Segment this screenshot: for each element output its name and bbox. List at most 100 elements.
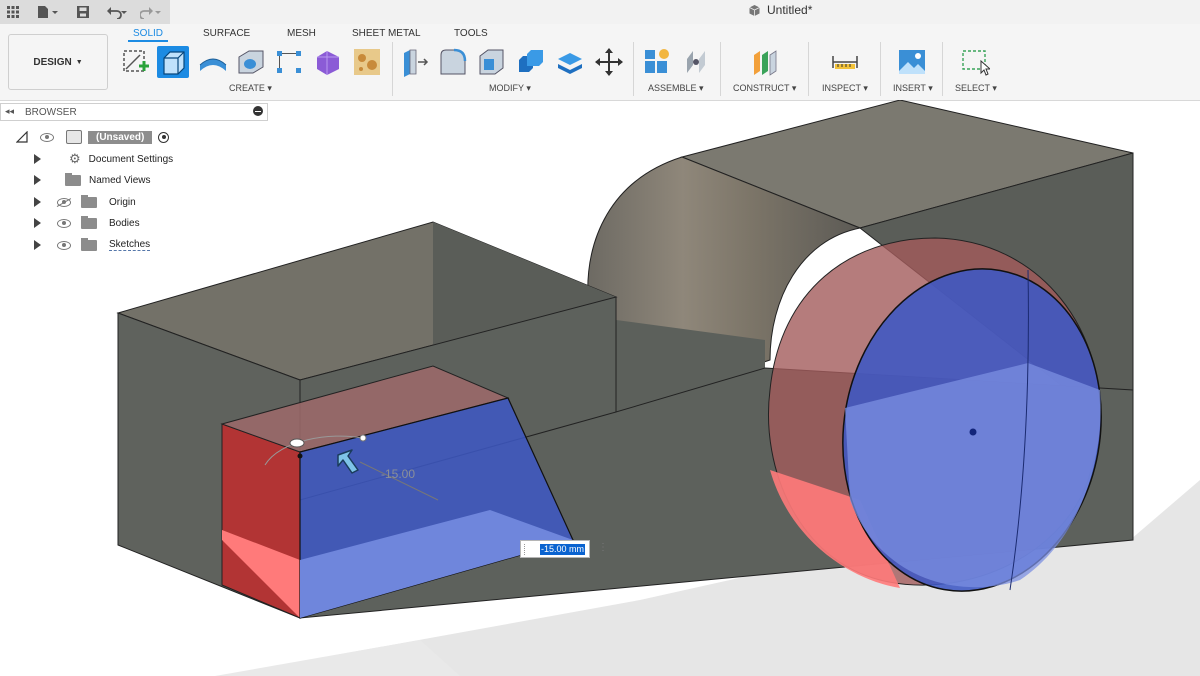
dimension-handle[interactable]: [289, 438, 305, 448]
measure-icon[interactable]: [830, 47, 860, 77]
visibility-eye-icon[interactable]: [57, 218, 71, 228]
browser-panel-header: ◂◂ BROWSER: [0, 103, 268, 121]
visibility-hidden-eye-icon[interactable]: [56, 197, 72, 207]
inspect-menu[interactable]: INSPECT ▾: [822, 83, 868, 94]
dimension-input[interactable]: -15.00 mm: [520, 540, 590, 558]
quick-access-toolbar: [0, 0, 170, 24]
new-sketch-icon[interactable]: [120, 47, 150, 77]
select-menu[interactable]: SELECT ▾: [955, 83, 997, 94]
chevron-down-icon: ▼: [75, 58, 83, 66]
file-icon[interactable]: [34, 2, 62, 22]
activate-radio-icon[interactable]: [158, 131, 170, 143]
ribbon-separator: [942, 42, 943, 96]
construct-menu-label: CONSTRUCT: [733, 83, 790, 93]
drag-grip: [524, 544, 526, 555]
collapse-panel-icon[interactable]: ◂◂: [5, 106, 14, 117]
grid-icon[interactable]: [4, 2, 22, 22]
browser-item-label: Document Settings: [88, 153, 174, 165]
construct-menu[interactable]: CONSTRUCT ▾: [733, 83, 796, 94]
insert-menu[interactable]: INSERT ▾: [893, 83, 933, 94]
fillet-icon[interactable]: [438, 47, 468, 77]
browser-item-label: Named Views: [89, 174, 151, 186]
dimension-end-point[interactable]: [359, 434, 367, 442]
decal-icon[interactable]: [352, 47, 382, 77]
dimension-ghost-label: -15.00: [381, 467, 415, 481]
browser-root-label[interactable]: (Unsaved): [88, 130, 153, 144]
shell-icon[interactable]: [476, 47, 506, 77]
ribbon-separator: [720, 42, 721, 96]
folder-icon: [65, 172, 81, 186]
minimize-panel-icon[interactable]: [253, 106, 263, 116]
document-icon: [66, 130, 82, 144]
browser-item-origin[interactable]: Origin: [34, 193, 136, 211]
hole-icon[interactable]: [236, 47, 266, 77]
joint-icon[interactable]: [681, 47, 711, 77]
expand-triangle-icon[interactable]: [34, 218, 41, 228]
revolve-icon[interactable]: [198, 47, 228, 77]
document-cube-icon: [749, 4, 760, 16]
browser-item-named-views[interactable]: Named Views: [34, 171, 151, 189]
canvas-viewport[interactable]: -15.00: [0, 100, 1200, 676]
form-icon[interactable]: [313, 47, 343, 77]
browser-item-label: Bodies: [109, 217, 140, 229]
rectangular-pattern-icon[interactable]: [274, 47, 304, 77]
browser-item-document-settings[interactable]: ⚙ Document Settings: [34, 150, 173, 168]
title-bar: Untitled*: [0, 0, 1200, 24]
save-icon[interactable]: [74, 2, 92, 22]
folder-icon: [81, 215, 97, 229]
folder-icon: [81, 237, 97, 251]
expand-triangle-icon[interactable]: [34, 154, 41, 164]
browser-item-bodies[interactable]: Bodies: [34, 214, 140, 232]
new-component-icon[interactable]: [642, 47, 672, 77]
browser-title: BROWSER: [25, 107, 77, 118]
combine-icon[interactable]: [516, 47, 546, 77]
expand-triangle-icon[interactable]: [34, 240, 41, 250]
move-icon[interactable]: [594, 47, 624, 77]
browser-item-label: Origin: [109, 196, 136, 208]
assemble-menu[interactable]: ASSEMBLE ▾: [648, 83, 704, 94]
wheel-center-point[interactable]: [969, 428, 977, 436]
tab-mesh[interactable]: MESH: [287, 28, 316, 39]
tab-tools[interactable]: TOOLS: [454, 28, 488, 39]
collapse-triangle-icon[interactable]: [16, 131, 28, 143]
inspect-menu-label: INSPECT: [822, 83, 861, 93]
ribbon-separator: [880, 42, 881, 96]
expand-triangle-icon[interactable]: [34, 175, 41, 185]
visibility-eye-icon[interactable]: [40, 132, 54, 142]
redo-icon[interactable]: [138, 2, 164, 22]
ribbon-separator: [808, 42, 809, 96]
expand-triangle-icon[interactable]: [34, 197, 41, 207]
select-box-icon[interactable]: [960, 47, 990, 77]
tab-solid[interactable]: SOLID: [133, 28, 163, 39]
press-pull-icon[interactable]: [400, 47, 430, 77]
ribbon-separator: [392, 42, 393, 96]
more-options-icon[interactable]: ⋮: [598, 542, 608, 556]
insert-menu-label: INSERT: [893, 83, 926, 93]
browser-item-sketches[interactable]: Sketches: [34, 236, 151, 254]
create-menu-label: CREATE: [229, 83, 265, 93]
modify-menu[interactable]: MODIFY ▾: [489, 83, 531, 94]
modify-menu-label: MODIFY: [489, 83, 524, 93]
workspace-label: DESIGN: [33, 56, 72, 68]
tab-surface[interactable]: SURFACE: [203, 28, 250, 39]
tab-sheet-metal[interactable]: SHEET METAL: [352, 28, 421, 39]
workspace-switcher[interactable]: DESIGN ▼: [8, 34, 108, 90]
create-menu[interactable]: CREATE ▾: [229, 83, 272, 94]
assemble-menu-label: ASSEMBLE: [648, 83, 697, 93]
vertex-point: [297, 453, 303, 459]
extrude-tool[interactable]: [157, 46, 189, 78]
document-title: Untitled*: [748, 3, 812, 17]
undo-icon[interactable]: [104, 2, 130, 22]
browser-root-row[interactable]: (Unsaved): [16, 128, 170, 146]
visibility-eye-icon[interactable]: [57, 240, 71, 250]
stack-icon[interactable]: [555, 47, 585, 77]
insert-image-icon[interactable]: [897, 47, 927, 77]
ribbon-separator: [633, 42, 634, 96]
offset-plane-icon[interactable]: [750, 47, 780, 77]
select-menu-label: SELECT: [955, 83, 990, 93]
active-tab-indicator: [128, 40, 168, 42]
dimension-input-value[interactable]: -15.00 mm: [540, 544, 586, 555]
folder-icon: [81, 194, 97, 208]
browser-item-label: Sketches: [109, 239, 151, 251]
toolbar-ribbon: DESIGN ▼ SOLID SURFACE MESH SHEET METAL …: [0, 24, 1200, 101]
